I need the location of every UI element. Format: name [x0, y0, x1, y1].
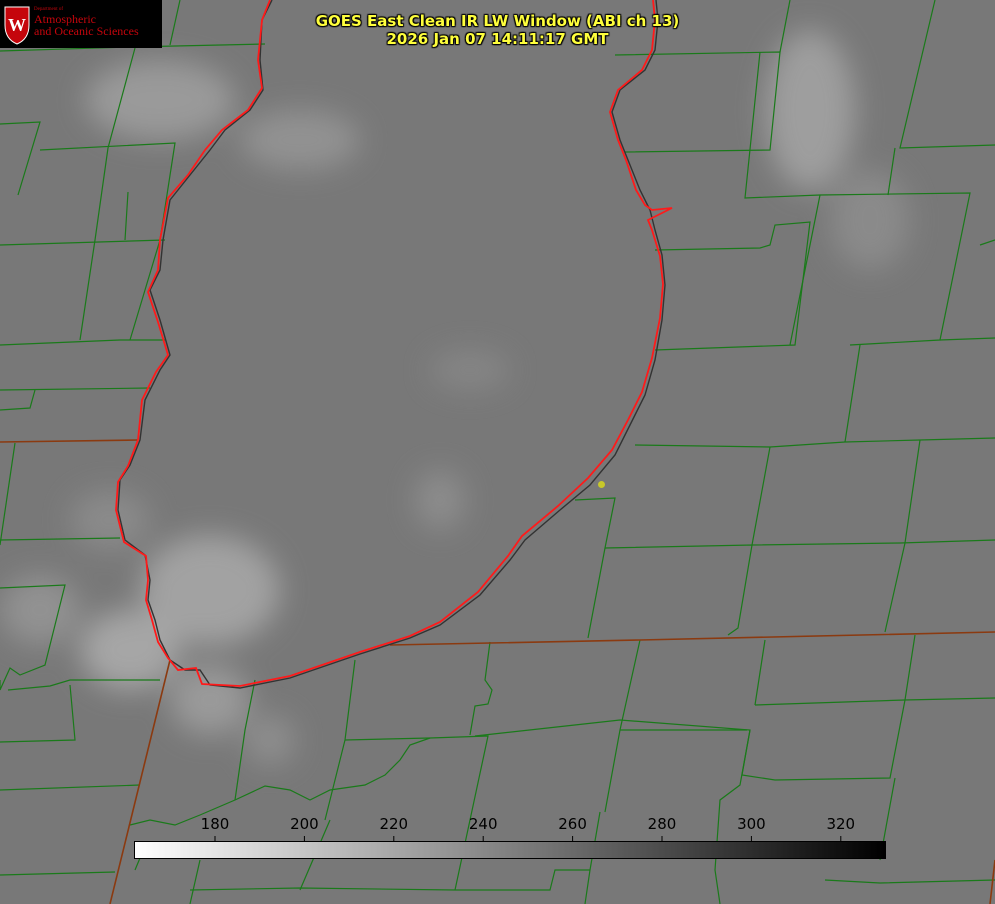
colorbar-tick-label: 300 [737, 815, 766, 833]
uw-aos-logo: W Department of Atmospheric and Oceanic … [0, 0, 162, 48]
colorbar-tick-label: 200 [290, 815, 319, 833]
colorbar-tick-label: 280 [647, 815, 677, 833]
colorbar-tick-label: 220 [379, 815, 409, 833]
colorbar-tick-label: 320 [826, 815, 856, 833]
image-timestamp: 2026 Jan 07 14:11:17 GMT [386, 30, 609, 48]
image-title: GOES East Clean IR LW Window (ABI ch 13) [315, 12, 680, 30]
location-marker [598, 481, 605, 488]
satellite-map[interactable] [0, 0, 995, 904]
colorbar-tick-label: 180 [200, 815, 230, 833]
colorbar-tick-label: 240 [468, 815, 498, 833]
colorbar [134, 841, 886, 859]
uw-crest-icon: W [4, 6, 30, 45]
colorbar-tick-label: 260 [558, 815, 587, 833]
logo-line-2: and Oceanic Sciences [34, 24, 139, 38]
svg-text:W: W [8, 15, 26, 35]
